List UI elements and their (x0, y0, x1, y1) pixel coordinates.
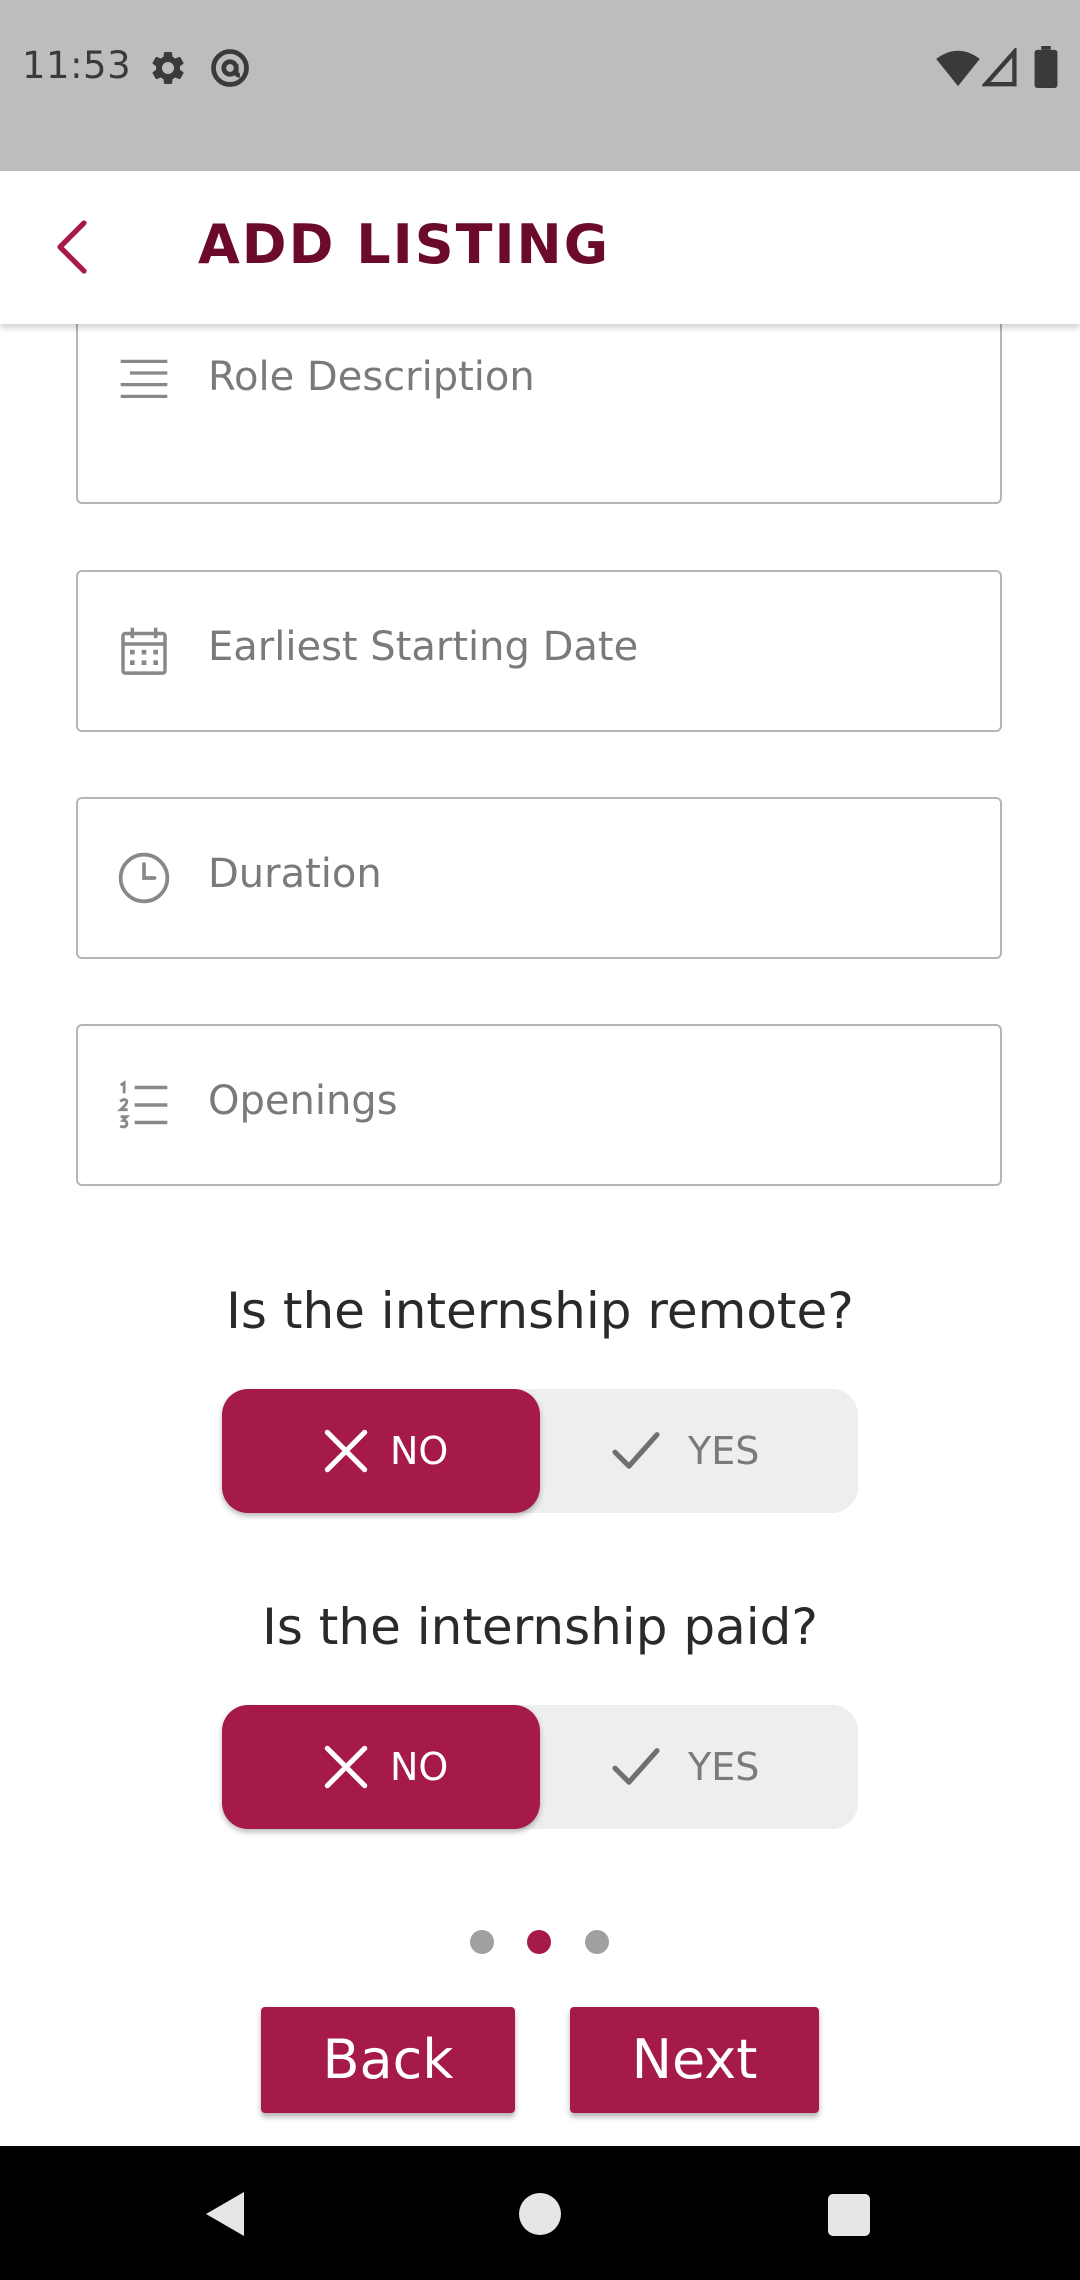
status-bar: 11:53 (0, 0, 1080, 171)
status-time: 11:53 (22, 44, 132, 87)
paid-yes-label: YES (688, 1745, 760, 1789)
openings-label: Openings (208, 1078, 398, 1124)
nav-home-icon[interactable] (518, 2192, 562, 2236)
battery-icon (1034, 46, 1058, 88)
wifi-icon (936, 50, 980, 87)
next-button[interactable]: Next (570, 2007, 819, 2113)
remote-no-label: NO (390, 1429, 449, 1473)
navigation-bar (0, 2146, 1080, 2280)
calendar-icon (121, 627, 167, 675)
remote-yes-option[interactable]: YES (540, 1389, 858, 1513)
nav-recents-icon[interactable] (828, 2194, 870, 2236)
page-dot-2[interactable] (527, 1930, 551, 1954)
page-dot-3[interactable] (585, 1930, 609, 1954)
nav-back-icon[interactable] (204, 2190, 246, 2238)
earliest-starting-date-label: Earliest Starting Date (208, 624, 639, 670)
duration-label: Duration (208, 851, 382, 897)
at-sign-icon (211, 49, 249, 87)
close-icon (324, 1429, 368, 1473)
remote-yes-label: YES (688, 1429, 760, 1473)
remote-toggle: NO YES (222, 1389, 858, 1513)
openings-field[interactable]: Openings (76, 1024, 1002, 1186)
role-description-field[interactable]: Role Description (76, 324, 1002, 504)
earliest-starting-date-field[interactable]: Earliest Starting Date (76, 570, 1002, 732)
clock-icon (118, 852, 170, 904)
paid-toggle: NO YES (222, 1705, 858, 1829)
form-content[interactable]: Role Description Earliest Starting Date … (0, 324, 1080, 2146)
role-description-label: Role Description (208, 354, 535, 400)
paid-question: Is the internship paid? (262, 1598, 818, 1656)
paid-no-label: NO (390, 1745, 449, 1789)
chevron-left-icon[interactable] (52, 219, 92, 275)
page-dot-1[interactable] (470, 1930, 494, 1954)
close-icon (324, 1745, 368, 1789)
app-bar: ADD LISTING (0, 171, 1080, 324)
paid-no-option[interactable]: NO (222, 1705, 540, 1829)
check-icon (612, 1432, 660, 1469)
duration-field[interactable]: Duration (76, 797, 1002, 959)
remote-question: Is the internship remote? (226, 1282, 854, 1340)
page-title: ADD LISTING (198, 213, 611, 276)
paid-yes-option[interactable]: YES (540, 1705, 858, 1829)
numbered-list-icon (116, 1080, 168, 1129)
gear-icon (152, 51, 184, 84)
signal-icon (982, 48, 1017, 87)
notes-icon (120, 359, 168, 398)
remote-no-option[interactable]: NO (222, 1389, 540, 1513)
check-icon (612, 1748, 660, 1785)
back-button[interactable]: Back (261, 2007, 515, 2113)
